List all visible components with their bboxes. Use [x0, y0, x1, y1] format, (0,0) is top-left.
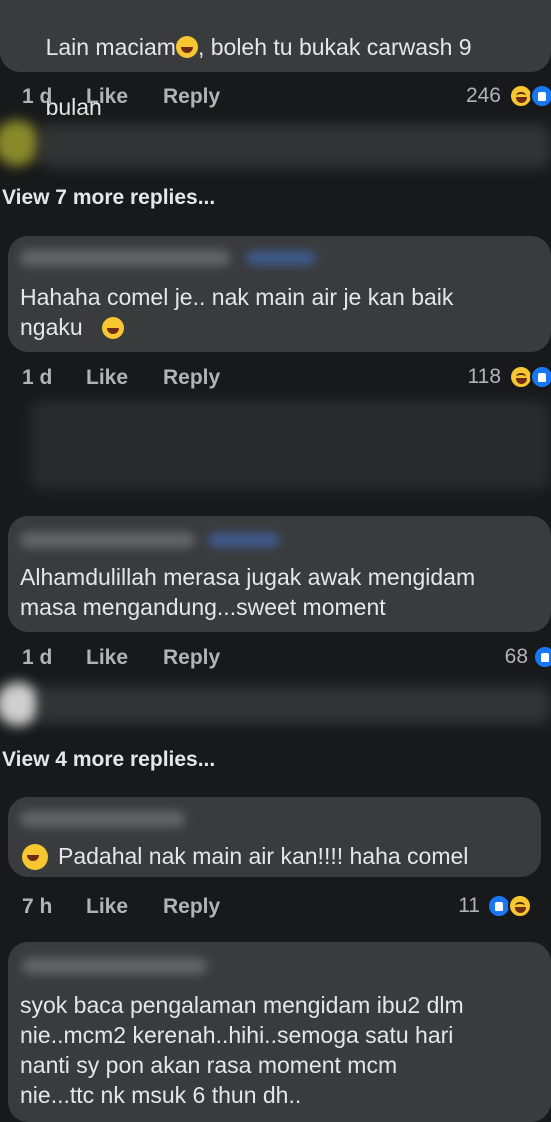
like-button[interactable]: Like [86, 366, 128, 390]
comment-bubble: Padahal nak main air kan!!!! haha comel [8, 797, 541, 877]
commenter-name [20, 250, 230, 266]
reply-button[interactable]: Reply [163, 366, 220, 390]
commenter-badge [208, 533, 280, 547]
reaction-count[interactable]: 246 [445, 84, 501, 108]
reaction-count[interactable]: 118 [445, 365, 501, 389]
like-button[interactable]: Like [86, 646, 128, 670]
view-more-replies[interactable]: View 4 more replies... [2, 748, 215, 772]
blurred-reply [38, 686, 551, 724]
avatar [0, 682, 40, 726]
commenter-name [20, 811, 185, 827]
avatar [0, 120, 40, 166]
comment-text: Padahal nak main air kan!!!! haha comel [58, 843, 469, 869]
comment-text: Hahaha comel je.. nak main air je kan ba… [20, 284, 454, 340]
like-button[interactable]: Like [86, 85, 128, 109]
comment-text: Alhamdulillah merasa jugak awak mengidam… [20, 564, 476, 620]
reply-button[interactable]: Reply [163, 646, 220, 670]
like-reaction-icon [530, 365, 551, 389]
laughing-emoji-icon [175, 36, 198, 58]
comment-bubble: Alhamdulillah merasa jugak awak mengidam… [8, 516, 551, 632]
reaction-count[interactable]: 11 [440, 894, 480, 918]
comment-time: 1 d [22, 85, 53, 108]
grinning-emoji-icon [102, 317, 124, 339]
comment-time: 1 d [22, 646, 53, 669]
like-button[interactable]: Like [86, 895, 128, 919]
commenter-name [22, 958, 207, 974]
comment-time: 7 h [22, 895, 53, 918]
reply-button[interactable]: Reply [163, 85, 220, 109]
like-reaction-icon [530, 84, 551, 108]
comment-time: 1 d [22, 366, 53, 389]
reaction-count[interactable]: 68 [470, 645, 528, 669]
haha-reaction-icon [508, 894, 532, 918]
commenter-badge [246, 251, 316, 265]
comment-text: syok baca pengalaman mengidam ibu2 dlm n… [20, 992, 464, 1108]
commenter-name [20, 532, 195, 548]
blurred-reply [30, 400, 551, 490]
comment-text-part: Lain maciam [45, 34, 176, 60]
comment-bubble: Lain maciam, boleh tu bukak carwash 9 bu… [0, 0, 551, 120]
comment-bubble: syok baca pengalaman mengidam ibu2 dlm n… [8, 942, 551, 1122]
comment-bubble: Hahaha comel je.. nak main air je kan ba… [8, 236, 551, 352]
blurred-reply [38, 124, 551, 168]
like-reaction-icon [533, 645, 551, 669]
laughing-emoji-icon [22, 844, 48, 870]
view-more-replies[interactable]: View 7 more replies... [2, 186, 215, 210]
comment-text-part: , boleh tu bukak carwash 9 [197, 34, 472, 60]
reply-button[interactable]: Reply [163, 895, 220, 919]
